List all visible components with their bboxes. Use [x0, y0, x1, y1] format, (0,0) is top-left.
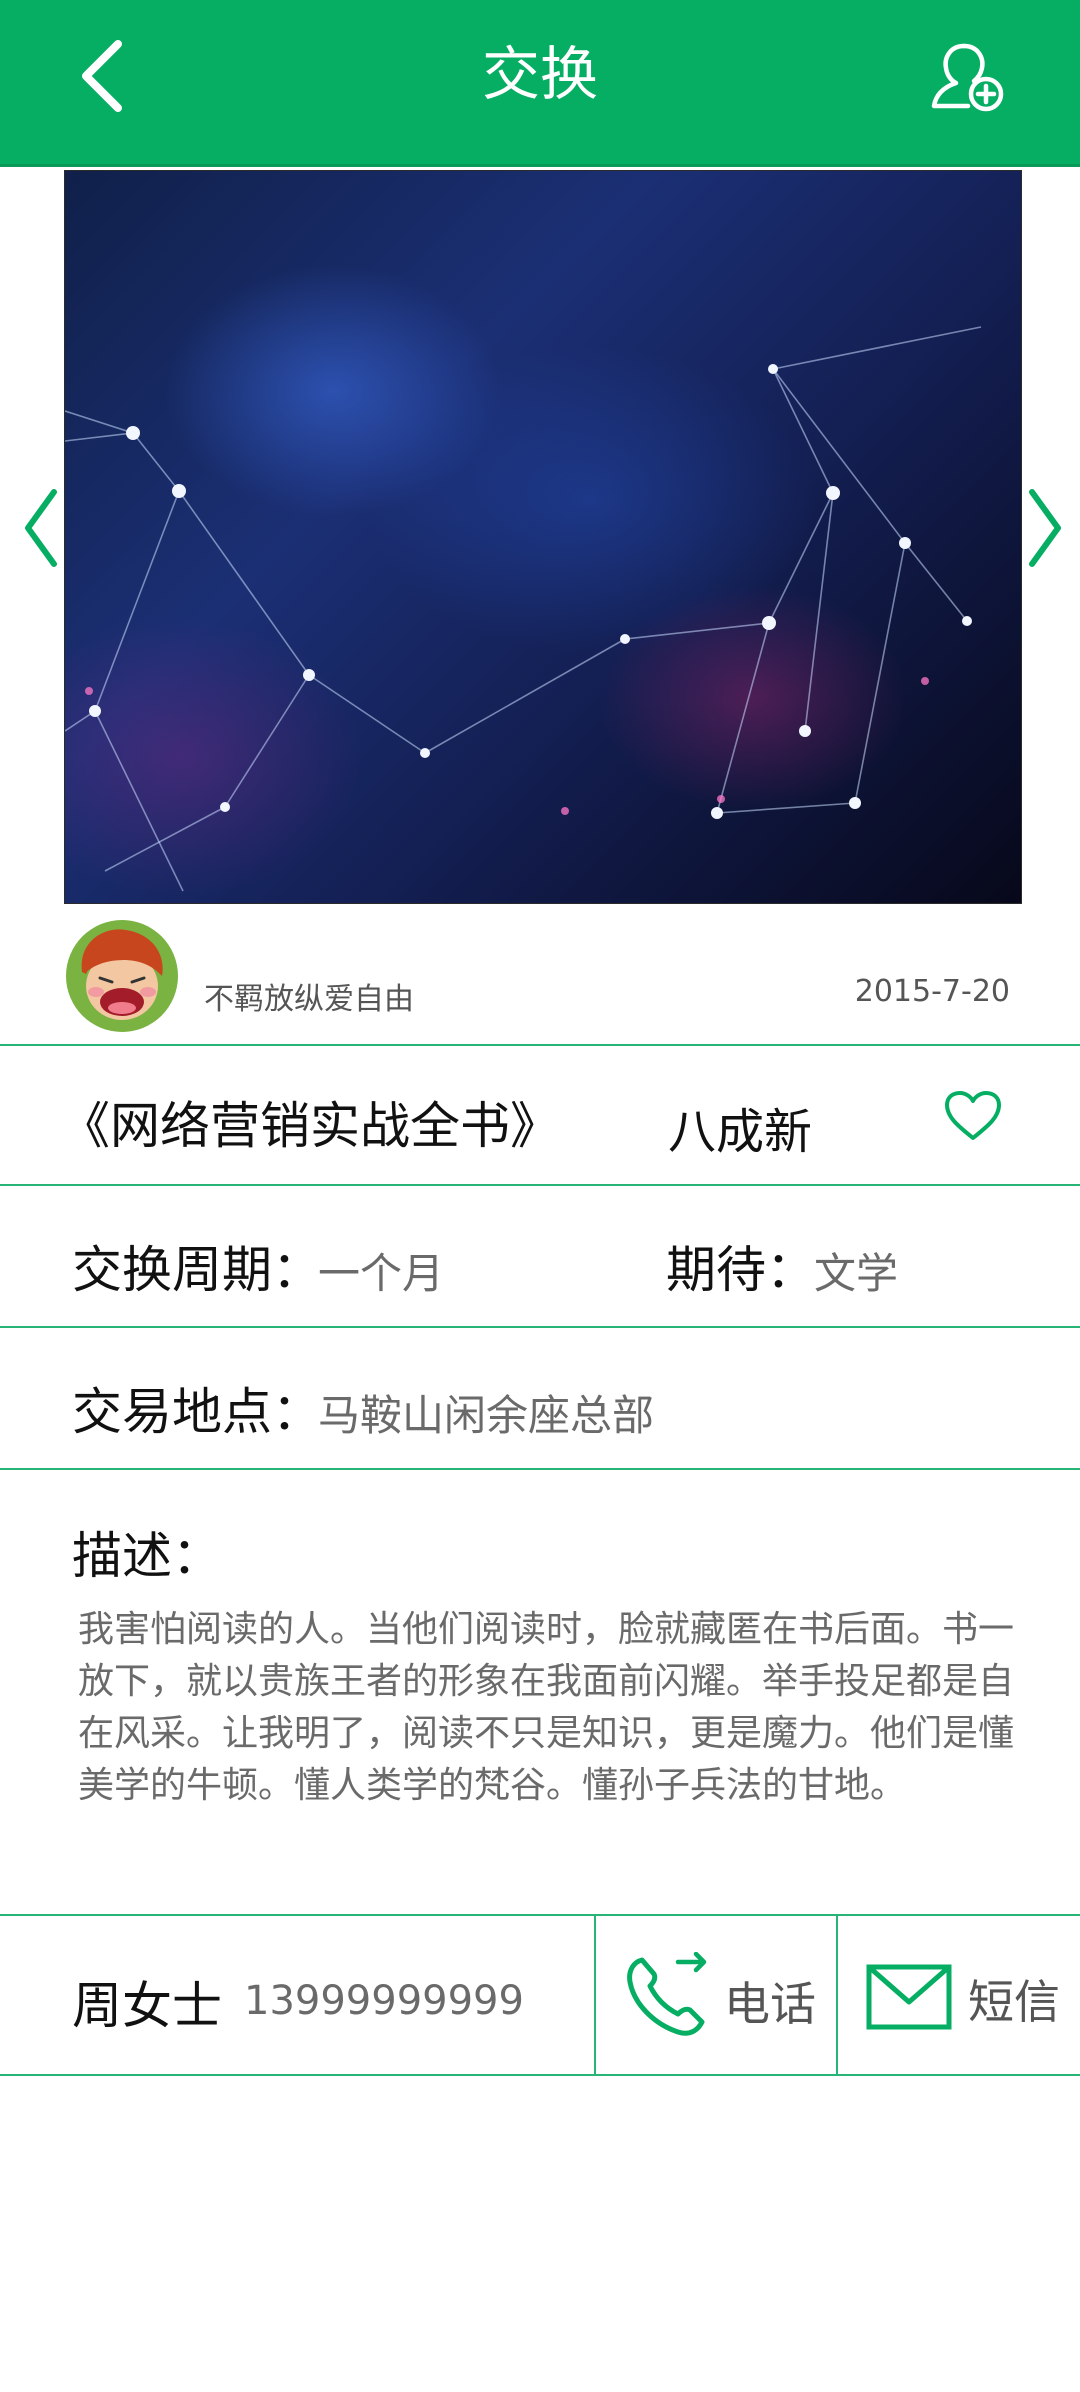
location-value: 马鞍山闲余座总部: [318, 1391, 655, 1440]
post-date: 2015-7-20: [854, 974, 1010, 1009]
owner-row: 不羁放纵爱自由 2015-7-20: [0, 912, 1080, 1046]
expect-value: 文学: [814, 1249, 899, 1298]
period-value: 一个月: [318, 1249, 445, 1298]
description-label: 描述：: [72, 1527, 222, 1585]
description-section: 描述： 我害怕阅读的人。当他们阅读时，脸就藏匿在书后面。书一放下，就以贵族王者的…: [0, 1470, 1080, 1916]
envelope-icon: [866, 1964, 952, 2030]
add-user-icon[interactable]: [928, 36, 1006, 114]
location-label: 交易地点：: [72, 1383, 322, 1441]
period-label: 交换周期：: [72, 1241, 322, 1299]
sms-button[interactable]: 短信: [838, 1916, 1080, 2074]
contact-bar: 周女士 13999999999 电话 短信: [0, 1916, 1080, 2076]
sms-label: 短信: [968, 1975, 1060, 2029]
avatar-cartoon-icon: [66, 920, 178, 1032]
book-info-row: 《网络营销实战全书》 八成新: [0, 1046, 1080, 1186]
heart-outline-icon[interactable]: [944, 1090, 1002, 1142]
carousel-next-icon[interactable]: [1024, 488, 1064, 568]
top-bar: 交换: [0, 0, 1080, 167]
period-row: 交换周期： 一个月 期待： 文学: [0, 1186, 1080, 1328]
page-title: 交换: [481, 40, 598, 108]
network-illustration: [65, 326, 982, 892]
contact-name: 周女士: [72, 1977, 222, 2035]
owner-username: 不羁放纵爱自由: [204, 982, 414, 1017]
description-text: 我害怕阅读的人。当他们阅读时，脸就藏匿在书后面。书一放下，就以贵族王者的形象在我…: [78, 1609, 1015, 1806]
call-button[interactable]: 电话: [596, 1916, 836, 2074]
book-condition: 八成新: [668, 1104, 813, 1160]
location-row: 交易地点： 马鞍山闲余座总部: [0, 1328, 1080, 1470]
expect-label: 期待：: [666, 1241, 816, 1299]
call-label: 电话: [724, 1977, 816, 2031]
carousel-prev-icon[interactable]: [22, 488, 62, 568]
contact-phone: 13999999999: [244, 1978, 524, 2024]
book-photo: [64, 170, 1022, 904]
book-title: 《网络营销实战全书》: [60, 1097, 560, 1155]
avatar[interactable]: [66, 920, 178, 1032]
phone-call-icon: [627, 1952, 707, 2036]
image-carousel[interactable]: [0, 168, 1080, 904]
